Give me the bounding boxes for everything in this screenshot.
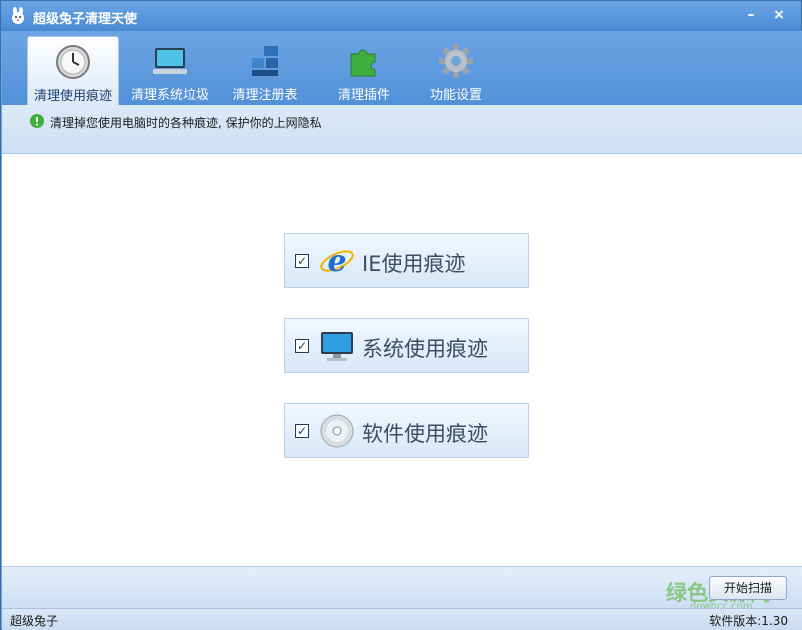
option-software-traces[interactable]: ✓ 软件使用痕迹 — [284, 403, 529, 458]
main-panel: ✓ e IE使用痕迹 ✓ 系统使用痕迹 ✓ 软件使用痕迹 — [2, 154, 802, 566]
svg-text:e: e — [327, 244, 346, 279]
status-bar: 超级兔子 软件版本:1.30 — [2, 608, 802, 630]
laptop-icon — [153, 48, 187, 74]
option-label: 软件使用痕迹 — [362, 422, 488, 446]
window-title: 超级兔子清理天使 — [33, 12, 138, 27]
info-icon — [30, 114, 44, 128]
rabbit-icon — [12, 7, 24, 24]
tab-label: 清理使用痕迹 — [33, 89, 112, 104]
tab-label: 清理系统垃圾 — [130, 88, 209, 103]
tab-settings[interactable]: 功能设置 — [414, 36, 498, 105]
tab-label: 清理插件 — [337, 88, 390, 103]
minimize-button[interactable]: – — [741, 6, 761, 24]
cd-icon — [320, 414, 354, 448]
ie-checkbox[interactable]: ✓ — [295, 254, 309, 268]
option-system-traces[interactable]: ✓ 系统使用痕迹 — [284, 318, 529, 373]
tab-label: 功能设置 — [429, 88, 482, 103]
tab-clean-registry[interactable]: 清理注册表 — [220, 36, 310, 105]
system-checkbox[interactable]: ✓ — [295, 339, 309, 353]
info-text: 清理掉您使用电脑时的各种痕迹, 保护你的上网隐私 — [50, 116, 322, 130]
close-button[interactable]: × — [769, 6, 789, 24]
gear-icon — [439, 44, 473, 78]
action-bar: 绿色资源网 downcc.com 开始扫描 — [2, 566, 802, 612]
option-label: IE使用痕迹 — [362, 252, 466, 276]
puzzle-icon — [350, 49, 376, 77]
clock-icon — [56, 45, 90, 79]
toolbar: 清理使用痕迹 清理系统垃圾 清理注册表 清理插件 功能设置 — [2, 31, 802, 105]
option-ie-traces[interactable]: ✓ e IE使用痕迹 — [284, 233, 529, 288]
status-app-name: 超级兔子 — [10, 614, 59, 628]
info-bar: 清理掉您使用电脑时的各种痕迹, 保护你的上网隐私 — [2, 105, 802, 154]
title-bar[interactable]: 超级兔子清理天使 – × — [1, 1, 801, 31]
monitor-icon — [321, 332, 353, 361]
option-label: 系统使用痕迹 — [362, 337, 488, 361]
tab-clean-junk[interactable]: 清理系统垃圾 — [122, 36, 218, 105]
app-window: 超级兔子清理天使 – × 清理使用痕迹 清理系统垃圾 清理注册表 清理插件 功能… — [0, 0, 802, 630]
status-version: 软件版本:1.30 — [709, 614, 788, 628]
start-scan-button[interactable]: 开始扫描 — [709, 576, 787, 600]
ie-icon: e — [320, 244, 354, 279]
registry-blocks-icon — [252, 46, 278, 76]
tab-clean-plugins[interactable]: 清理插件 — [322, 36, 406, 105]
tab-clean-traces[interactable]: 清理使用痕迹 — [27, 36, 119, 105]
tab-label: 清理注册表 — [232, 88, 298, 103]
software-checkbox[interactable]: ✓ — [295, 424, 309, 438]
